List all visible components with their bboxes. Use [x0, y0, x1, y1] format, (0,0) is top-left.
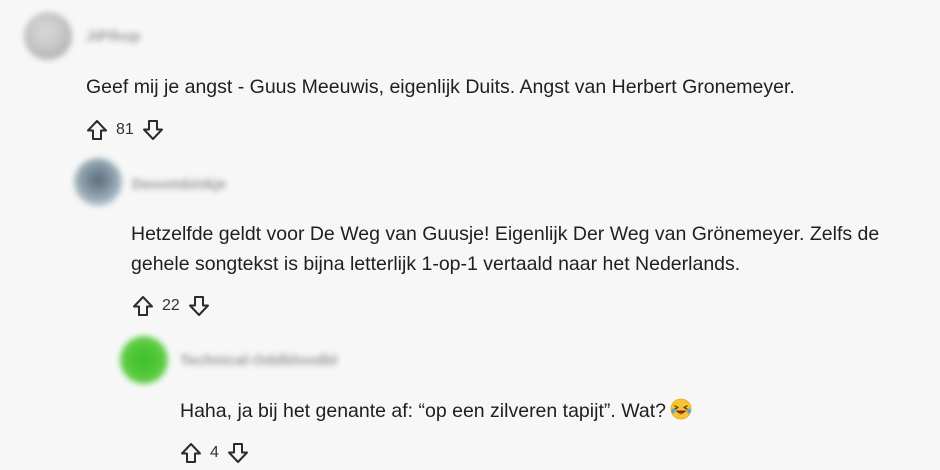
comment-text-line: Haha, ja bij het genante af: “op een zil… [180, 400, 666, 422]
vote-count: 22 [162, 297, 180, 314]
avatar[interactable] [24, 12, 72, 60]
arrow-up-icon [181, 443, 201, 463]
comment-text-line: gehele songtekst is bijna letterlijk 1-o… [131, 253, 741, 275]
vote-actions: 4 [178, 440, 251, 466]
comment-text-line: Hetzelfde geldt voor De Weg van Guusje! … [131, 223, 880, 245]
username[interactable]: Technical-Oddbloodbl [180, 352, 337, 369]
downvote-button[interactable] [225, 440, 251, 466]
avatar[interactable] [120, 336, 168, 384]
username[interactable]: JiPihop [86, 28, 140, 45]
upvote-button[interactable] [130, 293, 156, 319]
downvote-button[interactable] [140, 117, 166, 143]
arrow-up-icon [133, 296, 153, 316]
grinning-squinting-face-with-tears-icon [670, 398, 692, 429]
upvote-button[interactable] [84, 117, 110, 143]
avatar[interactable] [74, 158, 122, 206]
downvote-button[interactable] [186, 293, 212, 319]
arrow-up-icon [87, 120, 107, 140]
vote-actions: 81 [84, 117, 166, 143]
vote-actions: 22 [130, 293, 212, 319]
comment-text: Haha, ja bij het genante af: “op een zil… [180, 396, 692, 429]
arrow-down-icon [188, 296, 209, 316]
arrow-down-icon [142, 120, 163, 140]
vote-count: 4 [210, 444, 219, 461]
vote-count: 81 [116, 121, 134, 138]
username[interactable]: Deoombinkje [132, 176, 226, 193]
comment-text: Geef mij je angst - Guus Meeuwis, eigenl… [86, 72, 795, 102]
comment-text-line: Geef mij je angst - Guus Meeuwis, eigenl… [86, 76, 795, 98]
upvote-button[interactable] [178, 440, 204, 466]
comment-text: Hetzelfde geldt voor De Weg van Guusje! … [131, 219, 879, 279]
arrow-down-icon [227, 443, 248, 463]
